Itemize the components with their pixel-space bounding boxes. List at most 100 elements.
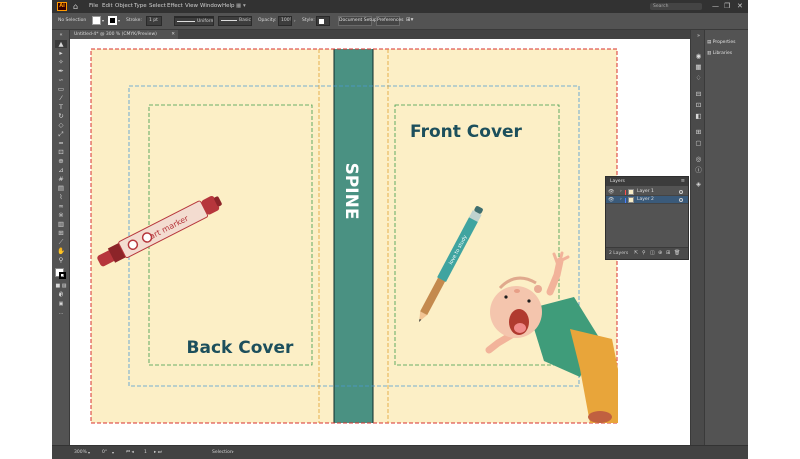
magic-wand-tool-icon[interactable]: ✧ [55, 58, 67, 66]
close-tab-icon[interactable]: ✕ [171, 30, 175, 39]
layer-target-icon[interactable] [679, 190, 683, 194]
links-panel-icon[interactable]: ⊞ [694, 128, 703, 136]
eraser-tool-icon[interactable]: ◇ [55, 121, 67, 129]
menu-edit[interactable]: Edit [102, 3, 113, 10]
layers-panel-icon[interactable]: ◈ [694, 180, 703, 188]
expand-chevron-icon[interactable]: › [620, 196, 622, 204]
graphic-style-picker[interactable] [316, 16, 330, 26]
properties-tab[interactable]: ▤ Properties [707, 38, 735, 47]
new-layer-icon[interactable]: ⊞ [666, 250, 670, 257]
color-panel-icon[interactable]: ◉ [694, 52, 703, 60]
stroke-swatch[interactable] [108, 16, 117, 25]
rotate-tool-icon[interactable]: ↻ [55, 112, 67, 120]
variable-width-profile[interactable]: Uniform [174, 16, 214, 26]
libraries-tab[interactable]: ▥ Libraries [707, 49, 732, 58]
blend-tool-icon[interactable]: ∞ [55, 202, 67, 210]
layer-row-2[interactable]: 👁 › Layer 2 [606, 196, 688, 204]
eyedropper-tool-icon[interactable]: ⌇ [55, 193, 67, 201]
home-icon[interactable]: ⌂ [73, 2, 78, 11]
workspace-switcher-icon[interactable]: ▦ ▾ [236, 3, 246, 10]
document-setup-button[interactable]: Document Setup [338, 16, 377, 26]
visibility-eye-icon[interactable]: 👁 [608, 188, 614, 196]
width-tool-icon[interactable]: ≈ [55, 139, 67, 147]
zoom-tool-icon[interactable]: ⚲ [55, 256, 67, 264]
pathfinder-panel-icon[interactable]: ◧ [694, 112, 703, 120]
restore-icon[interactable]: ❐ [724, 2, 730, 10]
minimize-icon[interactable]: — [712, 2, 719, 10]
stroke-dropdown-icon[interactable]: ▾ [118, 18, 120, 24]
appearance-panel-icon[interactable]: ◎ [694, 155, 703, 163]
free-transform-tool-icon[interactable]: ⊡ [55, 148, 67, 156]
slice-tool-icon[interactable]: ⟋ [55, 238, 67, 246]
zoom-dropdown-icon[interactable]: ▾ [88, 449, 90, 456]
transform-panel-icon[interactable]: ⊡ [694, 101, 703, 109]
curvature-tool-icon[interactable]: ∽ [55, 76, 67, 84]
artboards-panel-icon[interactable]: ▢ [694, 139, 703, 147]
symbol-sprayer-tool-icon[interactable]: ※ [55, 211, 67, 219]
menu-help[interactable]: Help [222, 3, 235, 10]
menu-file[interactable]: File [89, 3, 98, 10]
create-sublayer-icon[interactable]: ⊕ [658, 250, 662, 257]
artboard-tool-icon[interactable]: ⊞ [55, 229, 67, 237]
visibility-eye-icon[interactable]: 👁 [608, 196, 614, 204]
color-mode-icon[interactable]: ■ ▨ ⊘ [55, 282, 67, 297]
search-layer-icon[interactable]: ⚲ [642, 250, 646, 257]
layer-row-1[interactable]: 👁 › Layer 1 [606, 188, 688, 196]
type-tool-icon[interactable]: T [55, 103, 67, 111]
draw-mode-icon[interactable]: ◐ [55, 291, 67, 299]
zoom-level[interactable]: 300% [74, 449, 87, 456]
make-clipping-mask-icon[interactable]: ◫ [650, 250, 655, 257]
status-menu-icon[interactable]: › [232, 449, 234, 456]
rectangle-tool-icon[interactable]: ▭ [55, 85, 67, 93]
toolbar-collapse-icon[interactable]: « [55, 31, 67, 39]
fill-dropdown-icon[interactable]: ▾ [102, 18, 104, 24]
shape-builder-tool-icon[interactable]: ⊕ [55, 157, 67, 165]
gradient-tool-icon[interactable]: ▤ [55, 184, 67, 192]
mesh-tool-icon[interactable]: # [55, 175, 67, 183]
fill-swatch[interactable] [92, 16, 101, 25]
info-panel-icon[interactable]: ⓘ [694, 166, 703, 174]
swatches-panel-icon[interactable]: ▦ [694, 63, 703, 71]
pen-tool-icon[interactable]: ✒ [55, 67, 67, 75]
document-tab[interactable]: Untitled-4* @ 300 % (CMYK/Preview) ✕ [70, 30, 178, 39]
brushes-panel-icon[interactable]: ♢ [694, 74, 703, 82]
stroke-color-box[interactable] [59, 272, 66, 279]
opacity-field[interactable]: 100% [278, 16, 292, 26]
selection-tool-icon[interactable]: ▲ [55, 40, 67, 48]
menu-effect[interactable]: Effect [167, 3, 183, 10]
panel-menu-icon[interactable]: ≡ [681, 177, 685, 186]
export-icon[interactable]: ⇱ [634, 250, 638, 257]
graph-tool-icon[interactable]: ▥ [55, 220, 67, 228]
brush-definition[interactable]: Basic [218, 16, 252, 26]
direct-selection-tool-icon[interactable]: ▸ [55, 49, 67, 57]
menu-select[interactable]: Select [149, 3, 166, 10]
artboard-prev-icon[interactable]: ⏮ ◂ [126, 449, 134, 456]
search-input[interactable]: Search [650, 3, 702, 10]
delete-layer-icon[interactable]: 🗑 [674, 250, 680, 257]
dock-collapse-icon[interactable]: » [694, 32, 703, 40]
layers-panel[interactable]: Layers ≡ 👁 › Layer 1 👁 › Layer 2 2 Layer… [605, 176, 689, 260]
scale-tool-icon[interactable]: ⤢ [55, 130, 67, 138]
hand-tool-icon[interactable]: ✋ [55, 247, 67, 255]
paintbrush-tool-icon[interactable]: ⁄ [55, 94, 67, 102]
rotation-dropdown-icon[interactable]: ▾ [112, 449, 114, 456]
artboard-next-icon[interactable]: ▸ ⏭ [154, 449, 162, 456]
menu-type[interactable]: Type [134, 3, 147, 10]
menu-view[interactable]: View [185, 3, 198, 10]
preferences-button[interactable]: Preferences [376, 16, 403, 26]
menu-object[interactable]: Object [115, 3, 133, 10]
artboard-number[interactable]: 1 [144, 449, 147, 456]
layer-target-icon[interactable] [679, 198, 683, 202]
perspective-grid-tool-icon[interactable]: ⊿ [55, 166, 67, 174]
menu-window[interactable]: Window [200, 3, 222, 10]
screen-mode-icon[interactable]: ▣ [55, 300, 67, 308]
layers-panel-header[interactable]: Layers ≡ [606, 177, 688, 186]
rotation-angle[interactable]: 0° [102, 449, 107, 456]
expand-chevron-icon[interactable]: › [620, 188, 622, 196]
opacity-dropdown-icon[interactable]: › [294, 18, 296, 24]
canvas-area[interactable]: SPINE Front Cover Back Cover art marker [70, 39, 690, 445]
align-panel-icon[interactable]: ⊟ [694, 90, 703, 98]
arrange-documents-icon[interactable]: ⊞▾ [406, 17, 413, 23]
close-icon[interactable]: ✕ [737, 2, 743, 10]
stroke-weight-field[interactable]: 1 pt [146, 16, 162, 26]
